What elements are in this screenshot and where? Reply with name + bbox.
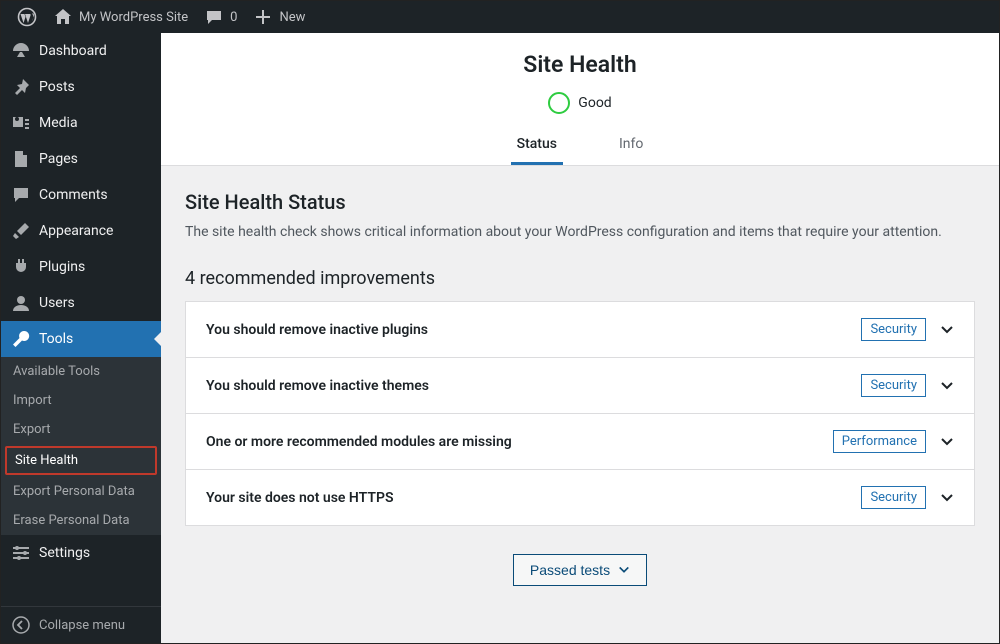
- sidebar-item-plugins[interactable]: Plugins: [1, 249, 161, 285]
- submenu-import[interactable]: Import: [1, 386, 161, 415]
- comments-count: 0: [230, 10, 237, 25]
- sidebar-item-media[interactable]: Media: [1, 105, 161, 141]
- sidebar-tools-label: Tools: [39, 331, 73, 347]
- plugin-icon: [11, 257, 31, 277]
- plus-icon: [253, 7, 273, 27]
- sidebar-media-label: Media: [39, 115, 78, 131]
- tabs: Status Info: [161, 126, 999, 165]
- chevron-down-icon: [940, 435, 954, 449]
- issue-right: Security: [861, 374, 954, 397]
- sidebar-users-label: Users: [39, 295, 75, 311]
- section-desc: The site health check shows critical inf…: [185, 224, 975, 240]
- issue-row[interactable]: Your site does not use HTTPS Security: [186, 470, 974, 525]
- new-link[interactable]: New: [245, 1, 313, 33]
- issue-category-badge: Security: [861, 318, 926, 341]
- comment-icon: [11, 185, 31, 205]
- sidebar-item-users[interactable]: Users: [1, 285, 161, 321]
- issue-right: Performance: [833, 430, 954, 453]
- issue-right: Security: [861, 318, 954, 341]
- chevron-down-icon: [618, 564, 630, 576]
- issue-title: You should remove inactive plugins: [206, 322, 428, 338]
- submenu-available-tools[interactable]: Available Tools: [1, 357, 161, 386]
- wrench-icon: [11, 329, 31, 349]
- new-label: New: [279, 10, 305, 25]
- pin-icon: [11, 77, 31, 97]
- page-icon: [11, 149, 31, 169]
- sidebar-item-dashboard[interactable]: Dashboard: [1, 33, 161, 69]
- collapse-label: Collapse menu: [39, 618, 125, 633]
- issue-row[interactable]: One or more recommended modules are miss…: [186, 414, 974, 470]
- main-wrap: Dashboard Posts Media Pages Comments App…: [1, 33, 999, 643]
- content-area: Site Health Good Status Info Site Health…: [161, 33, 999, 643]
- submenu-export[interactable]: Export: [1, 415, 161, 444]
- issue-row[interactable]: You should remove inactive plugins Secur…: [186, 302, 974, 358]
- comment-icon: [204, 7, 224, 27]
- status-circle-icon: [548, 92, 570, 114]
- site-link[interactable]: My WordPress Site: [45, 1, 196, 33]
- sidebar-posts-label: Posts: [39, 79, 75, 95]
- site-health-header: Site Health Good Status Info: [161, 33, 999, 166]
- sidebar-item-comments[interactable]: Comments: [1, 177, 161, 213]
- improvements-list: You should remove inactive plugins Secur…: [185, 301, 975, 526]
- home-icon: [53, 7, 73, 27]
- dashboard-icon: [11, 41, 31, 61]
- sidebar-appearance-label: Appearance: [39, 223, 113, 239]
- improvements-heading: 4 recommended improvements: [185, 268, 975, 289]
- issue-title: You should remove inactive themes: [206, 378, 429, 394]
- section-heading: Site Health Status: [185, 190, 975, 214]
- tab-status[interactable]: Status: [511, 126, 563, 165]
- submenu-erase-pd[interactable]: Erase Personal Data: [1, 506, 161, 535]
- collapse-icon: [11, 615, 31, 635]
- passed-tests-button[interactable]: Passed tests: [513, 554, 647, 586]
- sidebar-item-posts[interactable]: Posts: [1, 69, 161, 105]
- sidebar-item-appearance[interactable]: Appearance: [1, 213, 161, 249]
- issue-category-badge: Performance: [833, 430, 926, 453]
- sidebar-item-pages[interactable]: Pages: [1, 141, 161, 177]
- passed-tests-label: Passed tests: [530, 562, 610, 578]
- sidebar-comments-label: Comments: [39, 187, 108, 203]
- wp-logo[interactable]: [9, 1, 45, 33]
- chevron-down-icon: [940, 379, 954, 393]
- status-indicator: Good: [548, 92, 611, 114]
- sidebar-settings-label: Settings: [39, 545, 90, 561]
- sidebar-pages-label: Pages: [39, 151, 78, 167]
- site-name: My WordPress Site: [79, 10, 188, 25]
- issue-row[interactable]: You should remove inactive themes Securi…: [186, 358, 974, 414]
- issue-title: One or more recommended modules are miss…: [206, 434, 512, 450]
- settings-icon: [11, 543, 31, 563]
- sidebar-item-settings[interactable]: Settings: [1, 535, 161, 571]
- admin-sidebar: Dashboard Posts Media Pages Comments App…: [1, 33, 161, 643]
- admin-bar: My WordPress Site 0 New: [1, 1, 999, 33]
- brush-icon: [11, 221, 31, 241]
- status-label: Good: [578, 95, 611, 111]
- issue-right: Security: [861, 486, 954, 509]
- issue-category-badge: Security: [861, 374, 926, 397]
- tools-submenu: Available Tools Import Export Site Healt…: [1, 357, 161, 535]
- main-body: Site Health Status The site health check…: [161, 166, 999, 614]
- submenu-site-health[interactable]: Site Health: [5, 446, 157, 475]
- chevron-down-icon: [940, 323, 954, 337]
- collapse-menu[interactable]: Collapse menu: [1, 607, 161, 643]
- media-icon: [11, 113, 31, 133]
- sidebar-item-tools[interactable]: Tools: [1, 321, 161, 357]
- issue-title: Your site does not use HTTPS: [206, 490, 394, 506]
- user-icon: [11, 293, 31, 313]
- comments-link[interactable]: 0: [196, 1, 245, 33]
- submenu-export-pd[interactable]: Export Personal Data: [1, 477, 161, 506]
- collapse-row: Collapse menu: [1, 606, 161, 643]
- passed-tests-wrap: Passed tests: [185, 554, 975, 586]
- sidebar-dashboard-label: Dashboard: [39, 43, 107, 59]
- tab-info[interactable]: Info: [613, 126, 649, 165]
- sidebar-plugins-label: Plugins: [39, 259, 85, 275]
- page-title: Site Health: [161, 51, 999, 78]
- wordpress-icon: [17, 7, 37, 27]
- chevron-down-icon: [940, 491, 954, 505]
- issue-category-badge: Security: [861, 486, 926, 509]
